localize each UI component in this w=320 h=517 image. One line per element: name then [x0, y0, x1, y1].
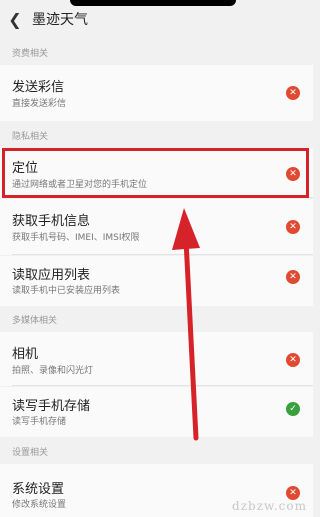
section-header-privacy: 隐私相关	[0, 126, 313, 148]
x-circle-icon[interactable]: ✕	[286, 86, 300, 100]
x-circle-icon[interactable]: ✕	[286, 353, 300, 367]
permission-row-location[interactable]: 定位 通过网络或者卫星对您的手机定位 ✕	[0, 148, 313, 198]
permission-label: 系统设置	[12, 482, 65, 497]
divider	[12, 385, 313, 386]
permission-label: 读写手机存储	[12, 399, 91, 414]
header: ❮ 墨迹天气	[0, 0, 313, 38]
x-circle-icon[interactable]: ✕	[286, 270, 300, 284]
page-title: 墨迹天气	[32, 12, 88, 28]
permission-row-camera[interactable]: 相机 拍照、录像和闪光灯 ✕	[0, 332, 313, 386]
section-header-settings: 设置相关	[0, 442, 313, 464]
x-circle-icon[interactable]: ✕	[286, 486, 300, 500]
watermark: dzbzw.com	[232, 499, 307, 513]
permission-desc: 通过网络或者卫星对您的手机定位	[12, 180, 148, 190]
permission-row-storage[interactable]: 读写手机存储 读写手机存储 ✓	[0, 387, 313, 437]
permission-label: 读取应用列表	[12, 268, 91, 283]
permission-label: 发送彩信	[12, 80, 65, 95]
x-circle-icon[interactable]: ✕	[286, 167, 300, 181]
section-header-charges: 资费相关	[0, 43, 313, 65]
permission-row-app-list[interactable]: 读取应用列表 读取手机中已安装应用列表 ✕	[0, 256, 313, 306]
check-circle-icon[interactable]: ✓	[286, 402, 300, 416]
chevron-left-icon[interactable]: ❮	[0, 0, 30, 38]
permission-label: 定位	[12, 161, 39, 176]
divider	[12, 197, 313, 198]
permission-desc: 拍照、录像和闪光灯	[12, 366, 94, 376]
divider	[12, 254, 313, 255]
permission-desc: 修改系统设置	[12, 500, 67, 510]
permission-row-phone-info[interactable]: 获取手机信息 获取手机号码、IMEI、IMSI权限 ✕	[0, 199, 313, 255]
permission-desc: 读写手机存储	[12, 417, 67, 427]
permission-row-send-mms[interactable]: 发送彩信 直接发送彩信 ✕	[0, 65, 313, 121]
permission-desc: 直接发送彩信	[12, 99, 67, 109]
permission-label: 相机	[12, 347, 39, 362]
section-header-multimedia: 多媒体相关	[0, 310, 313, 332]
permission-desc: 获取手机号码、IMEI、IMSI权限	[12, 233, 140, 243]
permission-desc: 读取手机中已安装应用列表	[12, 286, 121, 296]
permission-label: 获取手机信息	[12, 214, 91, 229]
x-circle-icon[interactable]: ✕	[286, 220, 300, 234]
